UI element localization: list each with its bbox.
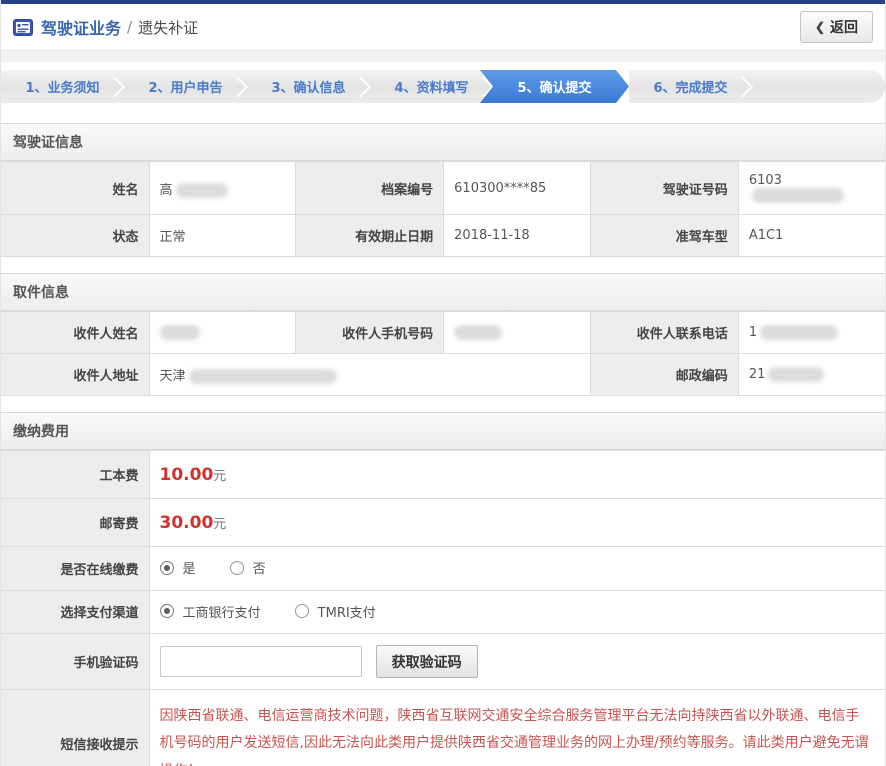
step-5-confirm-submit-active: 5、确认提交 <box>480 70 629 103</box>
recipient-mobile-label: 收件人手机号码 <box>296 312 444 354</box>
license-service-icon <box>13 19 33 36</box>
name-value: 高 <box>149 162 296 215</box>
redaction-blur <box>752 188 844 203</box>
online-pay-options: 是 否 <box>149 547 885 591</box>
file-number-value: 610300****85 <box>444 162 591 215</box>
sms-notice-text: 因陕西省联通、电信运营商技术问题，陕西省互联网交通安全综合服务管理平台无法向持陕… <box>160 701 876 766</box>
channel-tmri-radio[interactable]: TMRI支付 <box>295 602 376 621</box>
recipient-name-value <box>149 312 296 354</box>
sms-notice-cell: 因陕西省联通、电信运营商技术问题，陕西省互联网交通安全综合服务管理平台无法向持陕… <box>149 690 885 766</box>
redaction-blur <box>189 369 337 384</box>
get-code-button[interactable]: 获取验证码 <box>376 645 478 678</box>
back-chevron-icon: ❮ <box>815 20 825 34</box>
breadcrumb-current: 遗失补证 <box>138 17 198 38</box>
main-content: 驾驶证信息 姓名 高 档案编号 610300****85 驾驶证号码 6103 … <box>1 103 885 766</box>
table-row: 邮寄费 30.00元 <box>1 499 885 547</box>
table-row: 收件人姓名 收件人手机号码 收件人联系电话 1 <box>1 312 885 354</box>
recipient-address-label: 收件人地址 <box>1 354 149 396</box>
table-row: 选择支付渠道 工商银行支付 TMRI支付 <box>1 590 885 634</box>
expiry-label: 有效期止日期 <box>296 215 444 257</box>
section-license-info: 驾驶证信息 姓名 高 档案编号 610300****85 驾驶证号码 6103 … <box>1 123 885 257</box>
radio-checked-icon <box>160 604 174 618</box>
sms-notice-label: 短信接收提示 <box>1 690 149 766</box>
table-row: 状态 正常 有效期止日期 2018-11-18 准驾车型 A1C1 <box>1 215 885 257</box>
online-pay-no-radio[interactable]: 否 <box>230 558 266 577</box>
name-label: 姓名 <box>1 162 149 215</box>
online-pay-yes-radio[interactable]: 是 <box>160 558 196 577</box>
table-row: 工本费 10.00元 <box>1 451 885 499</box>
step-6-finish-submit: 6、完成提交 <box>629 70 752 103</box>
sms-code-input[interactable] <box>160 646 362 677</box>
license-number-value: 6103 <box>738 162 885 215</box>
pickup-info-table: 收件人姓名 收件人手机号码 收件人联系电话 1 收件人地址 <box>1 311 885 396</box>
redaction-blur <box>768 367 824 382</box>
radio-unchecked-icon <box>230 561 244 575</box>
step-2-user-declaration: 2、用户申告 <box>124 70 247 103</box>
file-number-label: 档案编号 <box>296 162 444 215</box>
post-fee-label: 邮寄费 <box>1 499 149 547</box>
section-fees: 缴纳费用 工本费 10.00元 邮寄费 30.00元 是否在线缴费 <box>1 412 885 766</box>
status-value: 正常 <box>149 215 296 257</box>
recipient-name-label: 收件人姓名 <box>1 312 149 354</box>
postal-code-label: 邮政编码 <box>590 354 738 396</box>
back-button[interactable]: ❮ 返回 <box>800 11 873 43</box>
step-3-confirm-info: 3、确认信息 <box>247 70 370 103</box>
steps-tail <box>752 70 885 103</box>
pay-channel-label: 选择支付渠道 <box>1 590 149 634</box>
work-fee-label: 工本费 <box>1 451 149 499</box>
radio-checked-icon <box>160 561 174 575</box>
section-title-license: 驾驶证信息 <box>1 123 885 161</box>
redaction-blur <box>760 325 838 340</box>
step-1-business-notes: 1、业务须知 <box>1 70 124 103</box>
recipient-address-value: 天津 <box>149 354 590 396</box>
sms-code-cell: 获取验证码 <box>149 634 885 690</box>
section-title-fees: 缴纳费用 <box>1 412 885 450</box>
license-number-label: 驾驶证号码 <box>590 162 738 215</box>
table-row: 收件人地址 天津 邮政编码 21 <box>1 354 885 396</box>
table-row: 短信接收提示 因陕西省联通、电信运营商技术问题，陕西省互联网交通安全综合服务管理… <box>1 690 885 766</box>
work-fee-value: 10.00元 <box>149 451 885 499</box>
post-fee-value: 30.00元 <box>149 499 885 547</box>
status-label: 状态 <box>1 215 149 257</box>
section-pickup-info: 取件信息 收件人姓名 收件人手机号码 收件人联系电话 1 <box>1 273 885 396</box>
section-title-pickup: 取件信息 <box>1 273 885 311</box>
recipient-mobile-value <box>444 312 591 354</box>
page-header: 驾驶证业务 / 遗失补证 ❮ 返回 <box>1 4 885 50</box>
license-info-table: 姓名 高 档案编号 610300****85 驾驶证号码 6103 状态 正常 … <box>1 161 885 257</box>
pay-channel-options: 工商银行支付 TMRI支付 <box>149 590 885 634</box>
vehicle-type-value: A1C1 <box>738 215 885 257</box>
expiry-value: 2018-11-18 <box>444 215 591 257</box>
redaction-blur <box>176 183 228 198</box>
page: 驾驶证业务 / 遗失补证 ❮ 返回 1、业务须知 2、用户申告 3、确认信息 4… <box>0 0 886 766</box>
online-pay-label: 是否在线缴费 <box>1 547 149 591</box>
recipient-phone-value: 1 <box>738 312 885 354</box>
channel-icbc-radio[interactable]: 工商银行支付 <box>160 602 261 621</box>
breadcrumb-divider: / <box>127 18 132 36</box>
step-4-fill-data: 4、资料填写 <box>370 70 493 103</box>
vehicle-type-label: 准驾车型 <box>590 215 738 257</box>
redaction-blur <box>454 325 502 340</box>
radio-unchecked-icon <box>295 604 309 618</box>
recipient-phone-label: 收件人联系电话 <box>590 312 738 354</box>
page-title: 驾驶证业务 <box>41 15 121 39</box>
fees-table: 工本费 10.00元 邮寄费 30.00元 是否在线缴费 <box>1 450 885 766</box>
table-row: 手机验证码 获取验证码 <box>1 634 885 690</box>
header-divider-band <box>1 50 885 62</box>
sms-code-label: 手机验证码 <box>1 634 149 690</box>
redaction-blur <box>160 325 200 340</box>
wizard-steps: 1、业务须知 2、用户申告 3、确认信息 4、资料填写 5、确认提交 6、完成提… <box>1 62 885 103</box>
back-button-label: 返回 <box>830 17 858 37</box>
postal-code-value: 21 <box>738 354 885 396</box>
table-row: 姓名 高 档案编号 610300****85 驾驶证号码 6103 <box>1 162 885 215</box>
table-row: 是否在线缴费 是 否 <box>1 547 885 591</box>
